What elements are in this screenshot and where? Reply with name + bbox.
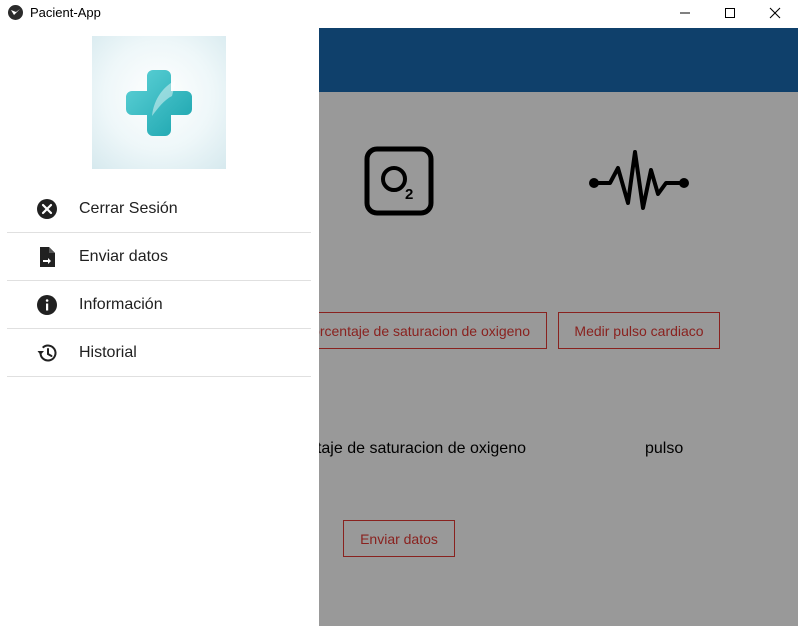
navigation-drawer: Cerrar Sesión Enviar datos Información H… — [0, 28, 319, 626]
menu-item-cerrar-sesion[interactable]: Cerrar Sesión — [7, 185, 311, 233]
file-send-icon — [36, 246, 58, 268]
close-circle-icon — [36, 198, 58, 220]
info-icon — [36, 294, 58, 316]
medical-cross-logo — [92, 36, 226, 169]
menu-item-informacion[interactable]: Información — [7, 281, 311, 329]
history-icon — [36, 342, 58, 364]
menu-item-label: Cerrar Sesión — [79, 200, 178, 217]
title-bar: Pacient-App — [0, 0, 798, 26]
minimize-icon[interactable] — [662, 0, 708, 26]
menu-item-enviar-datos[interactable]: Enviar datos — [7, 233, 311, 281]
window-title: Pacient-App — [30, 5, 101, 20]
maximize-icon[interactable] — [707, 0, 753, 26]
menu-item-label: Información — [79, 296, 163, 313]
close-icon[interactable] — [752, 0, 798, 26]
menu-item-label: Enviar datos — [79, 248, 168, 265]
drawer-menu: Cerrar Sesión Enviar datos Información H… — [7, 185, 311, 377]
app-icon — [8, 5, 23, 20]
menu-item-historial[interactable]: Historial — [7, 329, 311, 377]
menu-item-label: Historial — [79, 344, 137, 361]
